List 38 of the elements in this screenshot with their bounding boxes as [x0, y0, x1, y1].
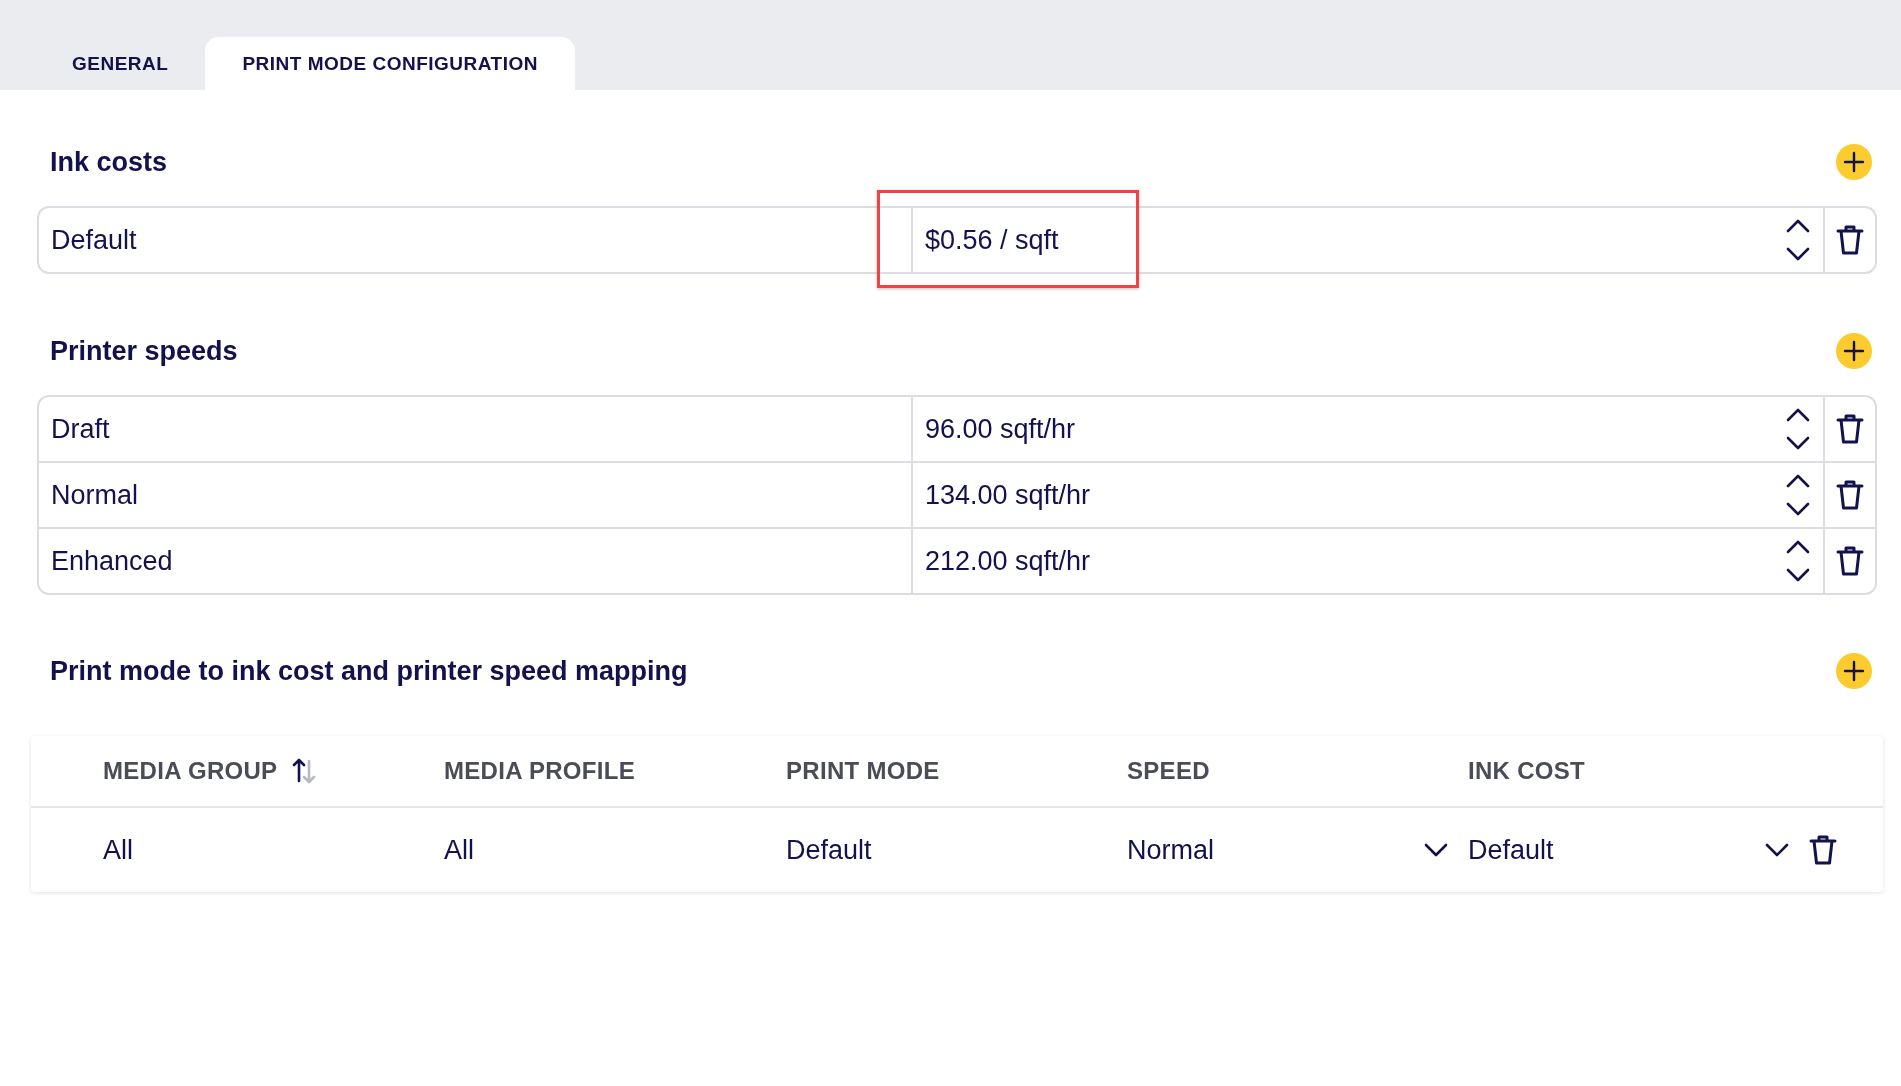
section-title: Printer speeds — [50, 335, 238, 367]
column-header[interactable]: MEDIA GROUP — [103, 757, 278, 785]
stepper-icon[interactable] — [1785, 406, 1811, 452]
trash-icon[interactable] — [1836, 545, 1864, 577]
section-title: Ink costs — [50, 146, 168, 178]
stepper-icon[interactable] — [1785, 538, 1811, 584]
add-icon[interactable] — [1836, 333, 1872, 369]
table-cell-text: All — [103, 834, 134, 866]
dropdown-value[interactable]: Normal — [1127, 834, 1424, 866]
item-name: Draft — [39, 397, 913, 461]
item-name: Default — [39, 208, 913, 272]
column-header[interactable]: SPEED — [1127, 757, 1210, 785]
chevron-down-icon[interactable] — [1765, 843, 1789, 857]
add-icon[interactable] — [1836, 144, 1872, 180]
column-header[interactable]: INK COST — [1468, 757, 1586, 785]
table-cell-text: Default — [786, 834, 873, 866]
column-header[interactable]: PRINT MODE — [786, 757, 940, 785]
trash-icon[interactable] — [1836, 224, 1864, 256]
trash-icon[interactable] — [1836, 479, 1864, 511]
item-name: Normal — [39, 463, 913, 527]
table-cell-text: All — [444, 834, 475, 866]
value-field[interactable]: 212.00 sqft/hr — [925, 545, 1785, 577]
tab[interactable]: GENERAL — [35, 37, 206, 90]
trash-icon[interactable] — [1809, 834, 1837, 866]
add-icon[interactable] — [1836, 653, 1872, 689]
column-header[interactable]: MEDIA PROFILE — [444, 757, 635, 785]
trash-icon[interactable] — [1836, 413, 1864, 445]
stepper-icon[interactable] — [1785, 472, 1811, 518]
sort-icon[interactable] — [291, 757, 318, 785]
item-name: Enhanced — [39, 529, 913, 593]
value-field[interactable]: 96.00 sqft/hr — [925, 413, 1785, 445]
value-field[interactable]: 134.00 sqft/hr — [925, 479, 1785, 511]
dropdown-value[interactable]: Default — [1468, 834, 1765, 866]
section-title: Print mode to ink cost and printer speed mapping — [50, 655, 688, 687]
chevron-down-icon[interactable] — [1424, 843, 1448, 857]
value-field[interactable]: $0.56 / sqft — [925, 224, 1785, 256]
stepper-icon[interactable] — [1785, 217, 1811, 263]
tab[interactable]: PRINT MODE CONFIGURATION — [205, 37, 575, 90]
